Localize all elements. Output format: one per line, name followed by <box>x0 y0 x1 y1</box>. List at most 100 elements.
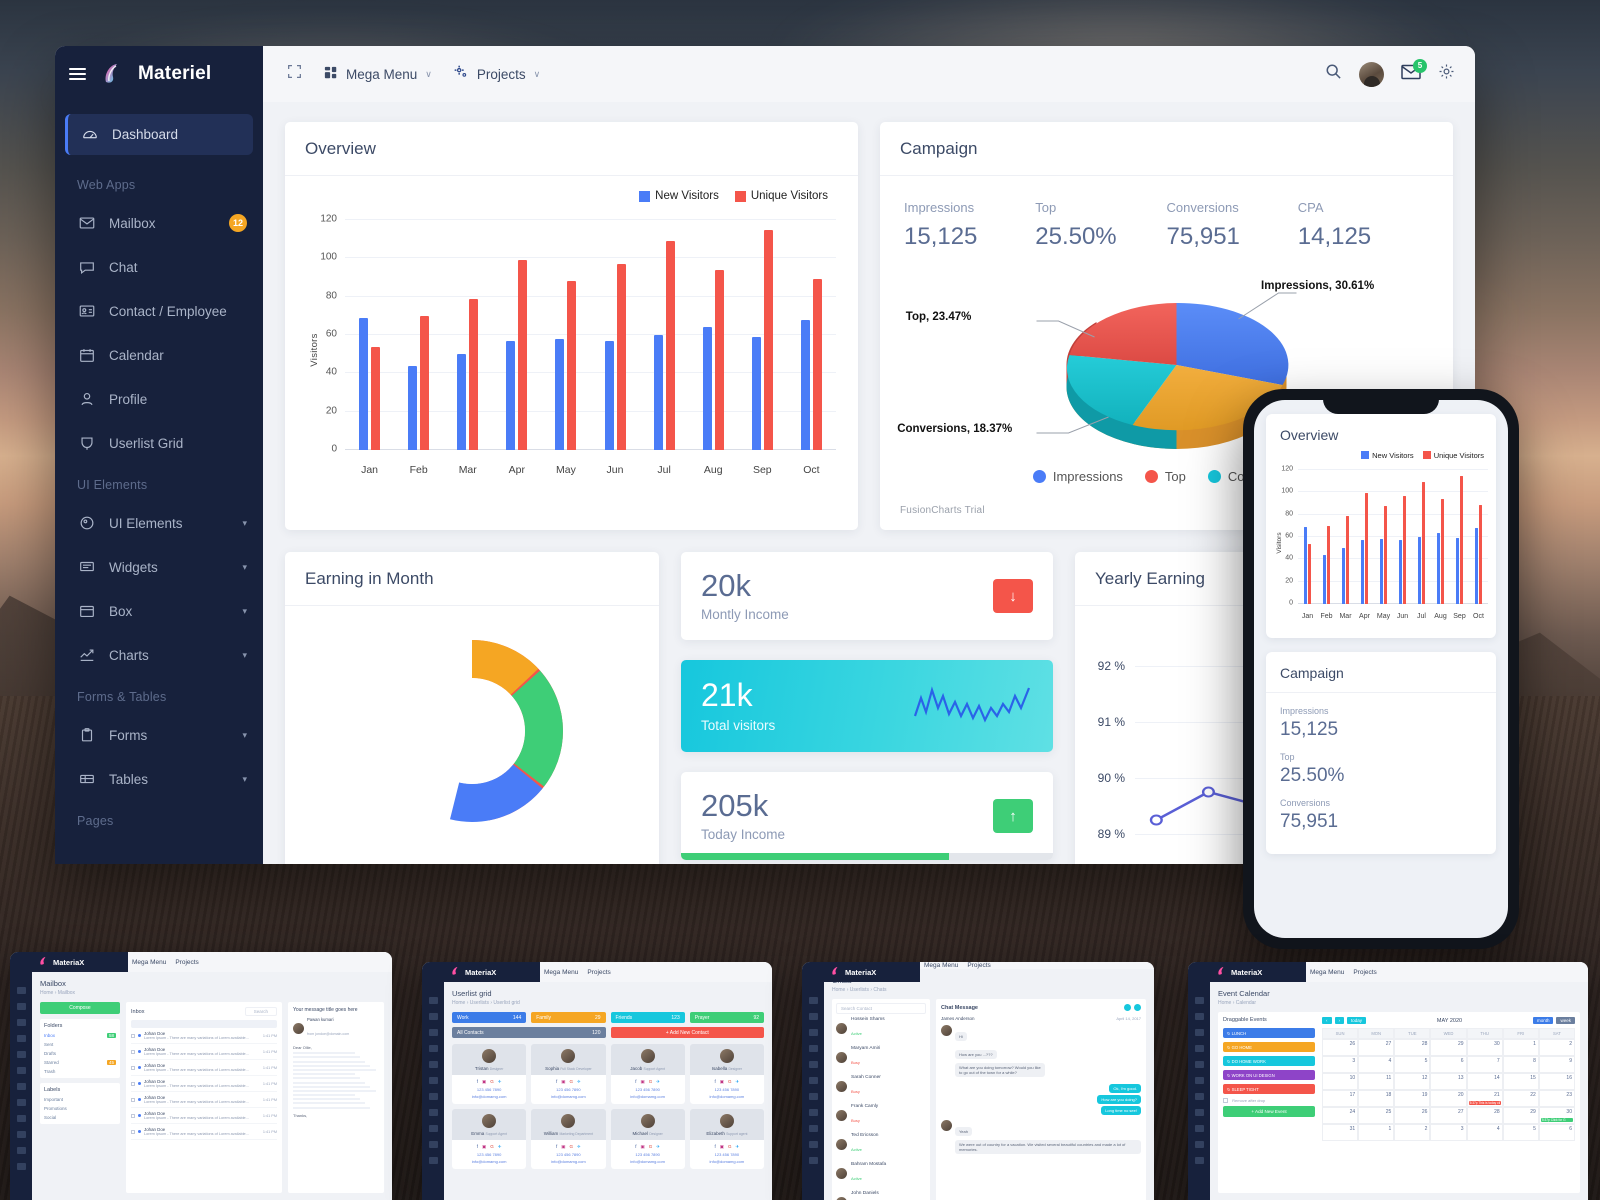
bar[interactable] <box>371 346 381 450</box>
social-icons[interactable]: f ▣ G ✈ <box>714 1144 739 1150</box>
user-card[interactable]: Tristan Designer f ▣ G ✈ 123 456 7890 info@dom… <box>452 1044 527 1104</box>
search-input[interactable]: Search <box>244 1007 277 1016</box>
calendar-day-cell[interactable]: 12 <box>1394 1073 1431 1090</box>
next-month-button[interactable]: › <box>1334 1017 1344 1024</box>
social-icons[interactable]: f ▣ G ✈ <box>556 1079 581 1085</box>
sidebar-item-mailbox[interactable]: Mailbox 12 <box>55 201 263 245</box>
calendar-day-cell[interactable]: 3 <box>1322 1056 1359 1073</box>
folder-item[interactable]: Inbox 58 <box>44 1033 116 1038</box>
chevron-down-icon[interactable]: ▾ <box>242 562 247 573</box>
bar[interactable] <box>469 298 479 450</box>
user-card[interactable]: Jacob Support Agent f ▣ G ✈ 123 456 7890 info@… <box>610 1044 685 1104</box>
calendar-day-cell[interactable]: 29 <box>1430 1039 1467 1056</box>
menu-label[interactable]: Mega Menu <box>544 969 578 976</box>
bar[interactable] <box>763 229 773 450</box>
menu-label[interactable]: Mega Menu <box>132 959 166 966</box>
sidebar-item-widgets[interactable]: Widgets ▾ <box>55 545 263 589</box>
legend-item-impressions[interactable]: Impressions <box>1032 469 1123 484</box>
calendar-day-cell[interactable]: 1 <box>1502 1039 1539 1056</box>
bar[interactable] <box>1327 525 1330 604</box>
arrow-up-icon[interactable]: ↑ <box>993 799 1033 833</box>
calendar-day-cell[interactable]: 30 5:37p Click for G <box>1538 1107 1575 1124</box>
bar[interactable] <box>1475 528 1478 604</box>
legend-item-new-visitors[interactable]: New Visitors <box>639 190 719 202</box>
mail-row[interactable]: Johan Doe Lorem Ipsum - There are many va… <box>131 1028 277 1044</box>
fullscreen-icon[interactable] <box>287 64 302 84</box>
bar[interactable] <box>1323 554 1326 604</box>
calendar-event-chip[interactable]: 5:37p Click for G <box>1540 1118 1573 1122</box>
calendar-day-cell[interactable]: 5 <box>1394 1056 1431 1073</box>
calendar-day-cell[interactable]: 26 <box>1394 1107 1431 1124</box>
calendar-day-cell[interactable]: 9 <box>1538 1056 1575 1073</box>
thumbnail-calendar[interactable]: MateriaX Mega Menu Projects Event Calend… <box>1188 962 1588 1200</box>
draggable-event[interactable]: ↻ DO HOME WORK <box>1223 1056 1315 1066</box>
bar[interactable] <box>1422 482 1425 604</box>
calendar-day-cell[interactable]: 29 <box>1502 1107 1539 1124</box>
menu-label[interactable]: Mega Menu <box>924 962 958 969</box>
calendar-day-cell[interactable]: 28 <box>1394 1039 1431 1056</box>
bar[interactable] <box>604 340 614 450</box>
contact-row[interactable]: Bahram Mostafa Active <box>836 1159 926 1188</box>
calendar-day-cell[interactable]: 26 <box>1322 1039 1359 1056</box>
add-contact-button[interactable]: + Add New Contact <box>610 1027 764 1038</box>
draggable-event[interactable]: ↻ SLEEP TIGHT <box>1223 1084 1315 1094</box>
calendar-day-cell[interactable]: 6 <box>1430 1056 1467 1073</box>
user-card[interactable]: Emma Support Agent f ▣ G ✈ 123 456 7890 info@d… <box>452 1109 527 1169</box>
sidebar-item-forms[interactable]: Forms ▾ <box>55 713 263 757</box>
chevron-down-icon[interactable]: ▾ <box>242 606 247 617</box>
menu-toggle-icon[interactable] <box>69 68 86 80</box>
calendar-day-cell[interactable]: 15 <box>1502 1073 1539 1090</box>
bar[interactable] <box>653 335 663 450</box>
checkbox-icon[interactable] <box>131 1033 135 1038</box>
draggable-event[interactable]: ↻ LUNCH <box>1223 1028 1315 1038</box>
chevron-down-icon[interactable]: ▾ <box>242 774 247 785</box>
tab-prayer[interactable]: Prayer 92 <box>689 1012 764 1023</box>
menu-label[interactable]: Projects <box>967 962 990 969</box>
calendar-day-cell[interactable]: 27 <box>1430 1107 1467 1124</box>
bar[interactable] <box>714 269 724 450</box>
calendar-day-cell[interactable]: 27 <box>1358 1039 1395 1056</box>
calendar-day-cell[interactable]: 14 <box>1466 1073 1503 1090</box>
legend-item-new-visitors[interactable]: New Visitors <box>1361 451 1414 460</box>
prev-month-button[interactable]: ‹ <box>1322 1017 1332 1024</box>
checkbox-icon[interactable] <box>131 1065 135 1070</box>
bar[interactable] <box>751 336 761 450</box>
bar[interactable] <box>1479 504 1482 604</box>
chevron-down-icon[interactable]: ▾ <box>242 650 247 661</box>
mail-row[interactable]: Johan Doe Lorem Ipsum - There are many va… <box>131 1108 277 1124</box>
sidebar-item-profile[interactable]: Profile <box>55 377 263 421</box>
label-item[interactable]: Promotions <box>44 1106 116 1111</box>
bar[interactable] <box>800 319 810 450</box>
bar[interactable] <box>1418 537 1421 604</box>
legend-item-top[interactable]: Top <box>1144 469 1186 484</box>
menu-label[interactable]: Projects <box>1353 969 1376 976</box>
add-event-button[interactable]: + Add New Event <box>1223 1106 1315 1117</box>
label-item[interactable]: Social <box>44 1115 116 1120</box>
bar[interactable] <box>1460 475 1463 604</box>
checkbox-icon[interactable] <box>131 1049 135 1054</box>
calendar-day-cell[interactable]: 5 <box>1502 1124 1539 1141</box>
draggable-event[interactable]: ↻ WORK ON UI DESIGN <box>1223 1070 1315 1080</box>
bar[interactable] <box>1380 539 1383 604</box>
bar[interactable] <box>506 340 516 450</box>
sidebar-item-contact-employee[interactable]: Contact / Employee <box>55 289 263 333</box>
folder-item[interactable]: Sent <box>44 1042 116 1047</box>
sidebar-item-dashboard[interactable]: Dashboard <box>65 114 253 155</box>
sidebar-item-tables[interactable]: Tables ▾ <box>55 757 263 801</box>
bar[interactable] <box>1384 505 1387 604</box>
calendar-day-cell[interactable]: 17 <box>1322 1090 1359 1107</box>
remove-after-drop-checkbox[interactable]: Remove after drop <box>1223 1098 1315 1103</box>
bar[interactable] <box>1304 526 1307 604</box>
bar[interactable] <box>1456 538 1459 604</box>
calendar-day-cell[interactable]: 23 <box>1538 1090 1575 1107</box>
mail-row[interactable]: Johan Doe Lorem Ipsum - There are many va… <box>131 1060 277 1076</box>
sidebar-item-ui-elements[interactable]: UI Elements ▾ <box>55 501 263 545</box>
calendar-day-cell[interactable]: 19 <box>1394 1090 1431 1107</box>
calendar-day-cell[interactable]: 21 5:37p This is today cli <box>1466 1090 1503 1107</box>
search-contact-input[interactable]: Search Contact <box>836 1003 926 1014</box>
sidebar-item-calendar[interactable]: Calendar <box>55 333 263 377</box>
bar[interactable] <box>408 365 418 450</box>
mail-row[interactable]: Johan Doe Lorem Ipsum - There are many va… <box>131 1044 277 1060</box>
bar[interactable] <box>616 264 626 450</box>
legend-item-unique-visitors[interactable]: Unique Visitors <box>734 190 828 202</box>
